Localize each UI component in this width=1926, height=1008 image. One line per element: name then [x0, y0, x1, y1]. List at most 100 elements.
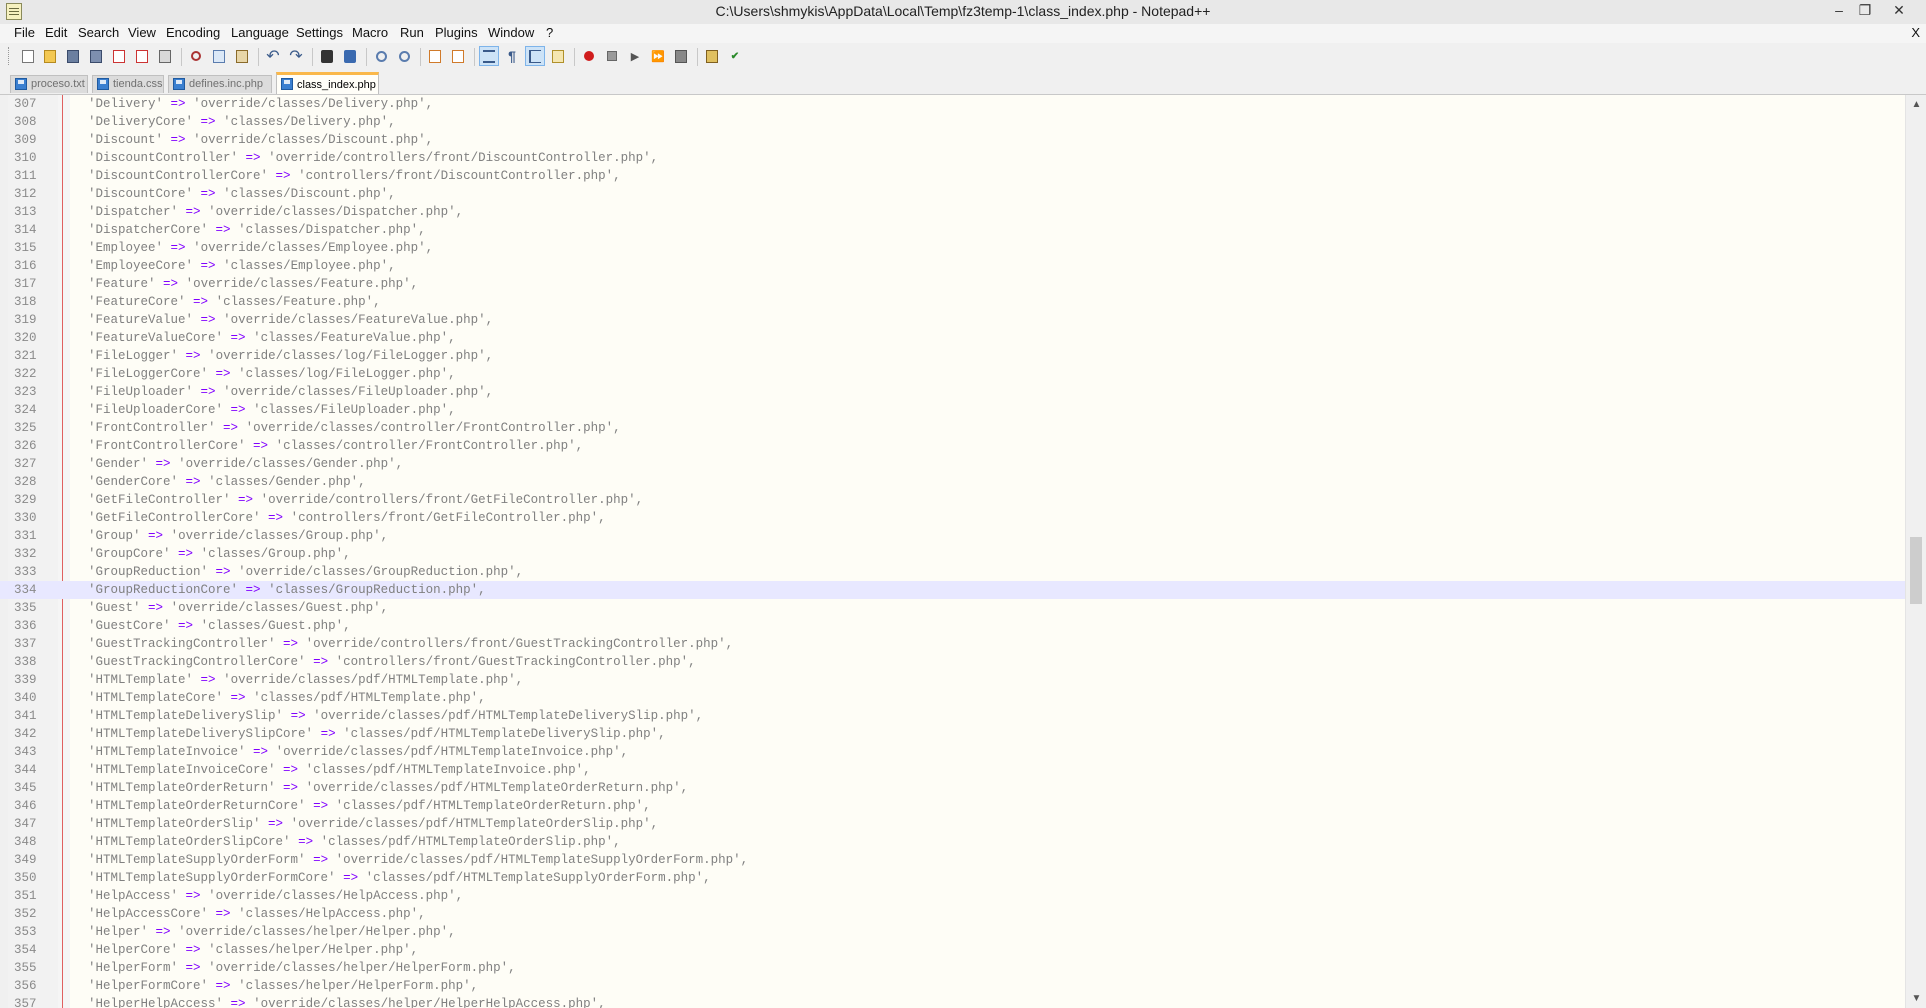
sync-horizontal-button[interactable] [448, 46, 468, 66]
zoom-out-button[interactable] [394, 46, 414, 66]
code-line[interactable]: 324 'FileUploaderCore' => 'classes/FileUp… [0, 401, 1905, 419]
code-line[interactable]: 322 'FileLoggerCore' => 'classes/log/File… [0, 365, 1905, 383]
code-line[interactable]: 323 'FileUploader' => 'override/classes/F… [0, 383, 1905, 401]
code-line[interactable]: 310 'DiscountController' => 'override/con… [0, 149, 1905, 167]
tab-defines-inc-php[interactable]: defines.inc.php [168, 75, 272, 93]
code-line[interactable]: 336 'GuestCore' => 'classes/Guest.php', [0, 617, 1905, 635]
playback-macro-button[interactable]: ▶ [625, 46, 645, 66]
code-line[interactable]: 327 'Gender' => 'override/classes/Gender.… [0, 455, 1905, 473]
menu-settings[interactable]: Settings [296, 25, 343, 40]
cut-button[interactable] [186, 46, 206, 66]
code-line[interactable]: 341 'HTMLTemplateDeliverySlip' => 'overri… [0, 707, 1905, 725]
vertical-scrollbar[interactable]: ▲ ▼ [1905, 95, 1926, 1008]
code-line[interactable]: 321 'FileLogger' => 'override/classes/log… [0, 347, 1905, 365]
close-all-button[interactable] [132, 46, 152, 66]
menu-language[interactable]: Language [231, 25, 289, 40]
menu-macro[interactable]: Macro [352, 25, 388, 40]
scroll-down-arrow[interactable]: ▼ [1906, 991, 1926, 1007]
undo-button[interactable]: ↶ [263, 46, 283, 66]
menu-edit[interactable]: Edit [45, 25, 67, 40]
save-all-button[interactable] [86, 46, 106, 66]
code-line[interactable]: 347 'HTMLTemplateOrderSlip' => 'override/… [0, 815, 1905, 833]
tab-class-index-php[interactable]: class_index.php [276, 72, 379, 94]
scroll-up-arrow[interactable]: ▲ [1906, 97, 1926, 113]
code-line[interactable]: 337 'GuestTrackingController' => 'overrid… [0, 635, 1905, 653]
scroll-thumb[interactable] [1910, 537, 1922, 604]
code-line[interactable]: 308 'DeliveryCore' => 'classes/Delivery.p… [0, 113, 1905, 131]
editor-pane[interactable]: 307 'Delivery' => 'override/classes/Deliv… [0, 95, 1926, 1008]
find-button[interactable] [317, 46, 337, 66]
code-line[interactable]: 313 'Dispatcher' => 'override/classes/Dis… [0, 203, 1905, 221]
code-line[interactable]: 315 'Employee' => 'override/classes/Emplo… [0, 239, 1905, 257]
indent-guide-button[interactable] [525, 46, 545, 66]
code-line[interactable]: 346 'HTMLTemplateOrderReturnCore' => 'cla… [0, 797, 1905, 815]
sync-vertical-button[interactable] [425, 46, 445, 66]
code-line[interactable]: 349 'HTMLTemplateSupplyOrderForm' => 'ove… [0, 851, 1905, 869]
show-all-chars-button[interactable]: ¶ [502, 46, 522, 66]
code-line[interactable]: 335 'Guest' => 'override/classes/Guest.ph… [0, 599, 1905, 617]
menu-file[interactable]: File [14, 25, 35, 40]
redo-button[interactable]: ↷ [286, 46, 306, 66]
toolbar-grip[interactable] [8, 47, 12, 65]
menu-encoding[interactable]: Encoding [166, 25, 220, 40]
stop-record-button[interactable] [602, 46, 622, 66]
zoom-in-button[interactable] [371, 46, 391, 66]
minimize-button[interactable]: – [1826, 0, 1852, 22]
menu-plugins[interactable]: Plugins [435, 25, 478, 40]
code-line[interactable]: 345 'HTMLTemplateOrderReturn' => 'overrid… [0, 779, 1905, 797]
menu-search[interactable]: Search [78, 25, 119, 40]
code-line[interactable]: 350 'HTMLTemplateSupplyOrderFormCore' => … [0, 869, 1905, 887]
close-button[interactable] [109, 46, 129, 66]
code-line[interactable]: 314 'DispatcherCore' => 'classes/Dispatch… [0, 221, 1905, 239]
tab-proceso-txt[interactable]: proceso.txt [10, 75, 88, 93]
open-file-button[interactable] [40, 46, 60, 66]
save-macro-button[interactable] [671, 46, 691, 66]
copy-button[interactable] [209, 46, 229, 66]
code-line[interactable]: 342 'HTMLTemplateDeliverySlipCore' => 'cl… [0, 725, 1905, 743]
record-macro-button[interactable] [579, 46, 599, 66]
code-line[interactable]: 354 'HelperCore' => 'classes/helper/Helpe… [0, 941, 1905, 959]
monitoring-button[interactable] [702, 46, 722, 66]
close-window-button[interactable]: ✕ [1886, 0, 1912, 22]
replace-button[interactable] [340, 46, 360, 66]
code-line[interactable]: 320 'FeatureValueCore' => 'classes/Featur… [0, 329, 1905, 347]
restore-button[interactable]: ❐ [1852, 0, 1878, 22]
code-line[interactable]: 317 'Feature' => 'override/classes/Featur… [0, 275, 1905, 293]
code-line[interactable]: 333 'GroupReduction' => 'override/classes… [0, 563, 1905, 581]
code-line[interactable]: 355 'HelperForm' => 'override/classes/hel… [0, 959, 1905, 977]
doc-map-button[interactable] [548, 46, 568, 66]
code-line[interactable]: 311 'DiscountControllerCore' => 'controll… [0, 167, 1905, 185]
code-line[interactable]: 338 'GuestTrackingControllerCore' => 'con… [0, 653, 1905, 671]
code-line[interactable]: 339 'HTMLTemplate' => 'override/classes/p… [0, 671, 1905, 689]
code-line[interactable]: 332 'GroupCore' => 'classes/Group.php', [0, 545, 1905, 563]
code-line[interactable]: 328 'GenderCore' => 'classes/Gender.php', [0, 473, 1905, 491]
code-line[interactable]: 340 'HTMLTemplateCore' => 'classes/pdf/HT… [0, 689, 1905, 707]
code-line[interactable]: 318 'FeatureCore' => 'classes/Feature.php… [0, 293, 1905, 311]
code-line[interactable]: 326 'FrontControllerCore' => 'classes/con… [0, 437, 1905, 455]
code-line[interactable]: 325 'FrontController' => 'override/classe… [0, 419, 1905, 437]
new-file-button[interactable] [18, 46, 38, 66]
code-line[interactable]: 319 'FeatureValue' => 'override/classes/F… [0, 311, 1905, 329]
menu-window[interactable]: Window [488, 25, 534, 40]
run-macro-multiple-button[interactable]: ⏩ [648, 46, 668, 66]
close-document-button[interactable]: X [1911, 25, 1920, 40]
code-line[interactable]: 356 'HelperFormCore' => 'classes/helper/H… [0, 977, 1905, 995]
code-line[interactable]: 348 'HTMLTemplateOrderSlipCore' => 'class… [0, 833, 1905, 851]
word-wrap-button[interactable] [479, 46, 499, 66]
code-line[interactable]: 353 'Helper' => 'override/classes/helper/… [0, 923, 1905, 941]
code-line[interactable]: 309 'Discount' => 'override/classes/Disco… [0, 131, 1905, 149]
code-line[interactable]: 329 'GetFileController' => 'override/cont… [0, 491, 1905, 509]
code-line[interactable]: 352 'HelpAccessCore' => 'classes/HelpAcce… [0, 905, 1905, 923]
code-line[interactable]: 357 'HelperHelpAccess' => 'override/class… [0, 995, 1905, 1008]
code-line[interactable]: 330 'GetFileControllerCore' => 'controlle… [0, 509, 1905, 527]
code-line[interactable]: 331 'Group' => 'override/classes/Group.ph… [0, 527, 1905, 545]
code-line[interactable]: 351 'HelpAccess' => 'override/classes/Hel… [0, 887, 1905, 905]
code-line[interactable]: 312 'DiscountCore' => 'classes/Discount.p… [0, 185, 1905, 203]
menu-run[interactable]: Run [400, 25, 424, 40]
code-line[interactable]: 307 'Delivery' => 'override/classes/Deliv… [0, 95, 1905, 113]
save-button[interactable] [63, 46, 83, 66]
menu-help[interactable]: ? [546, 25, 553, 40]
paste-button[interactable] [232, 46, 252, 66]
code-line[interactable]: 316 'EmployeeCore' => 'classes/Employee.p… [0, 257, 1905, 275]
code-line[interactable]: 343 'HTMLTemplateInvoice' => 'override/cl… [0, 743, 1905, 761]
